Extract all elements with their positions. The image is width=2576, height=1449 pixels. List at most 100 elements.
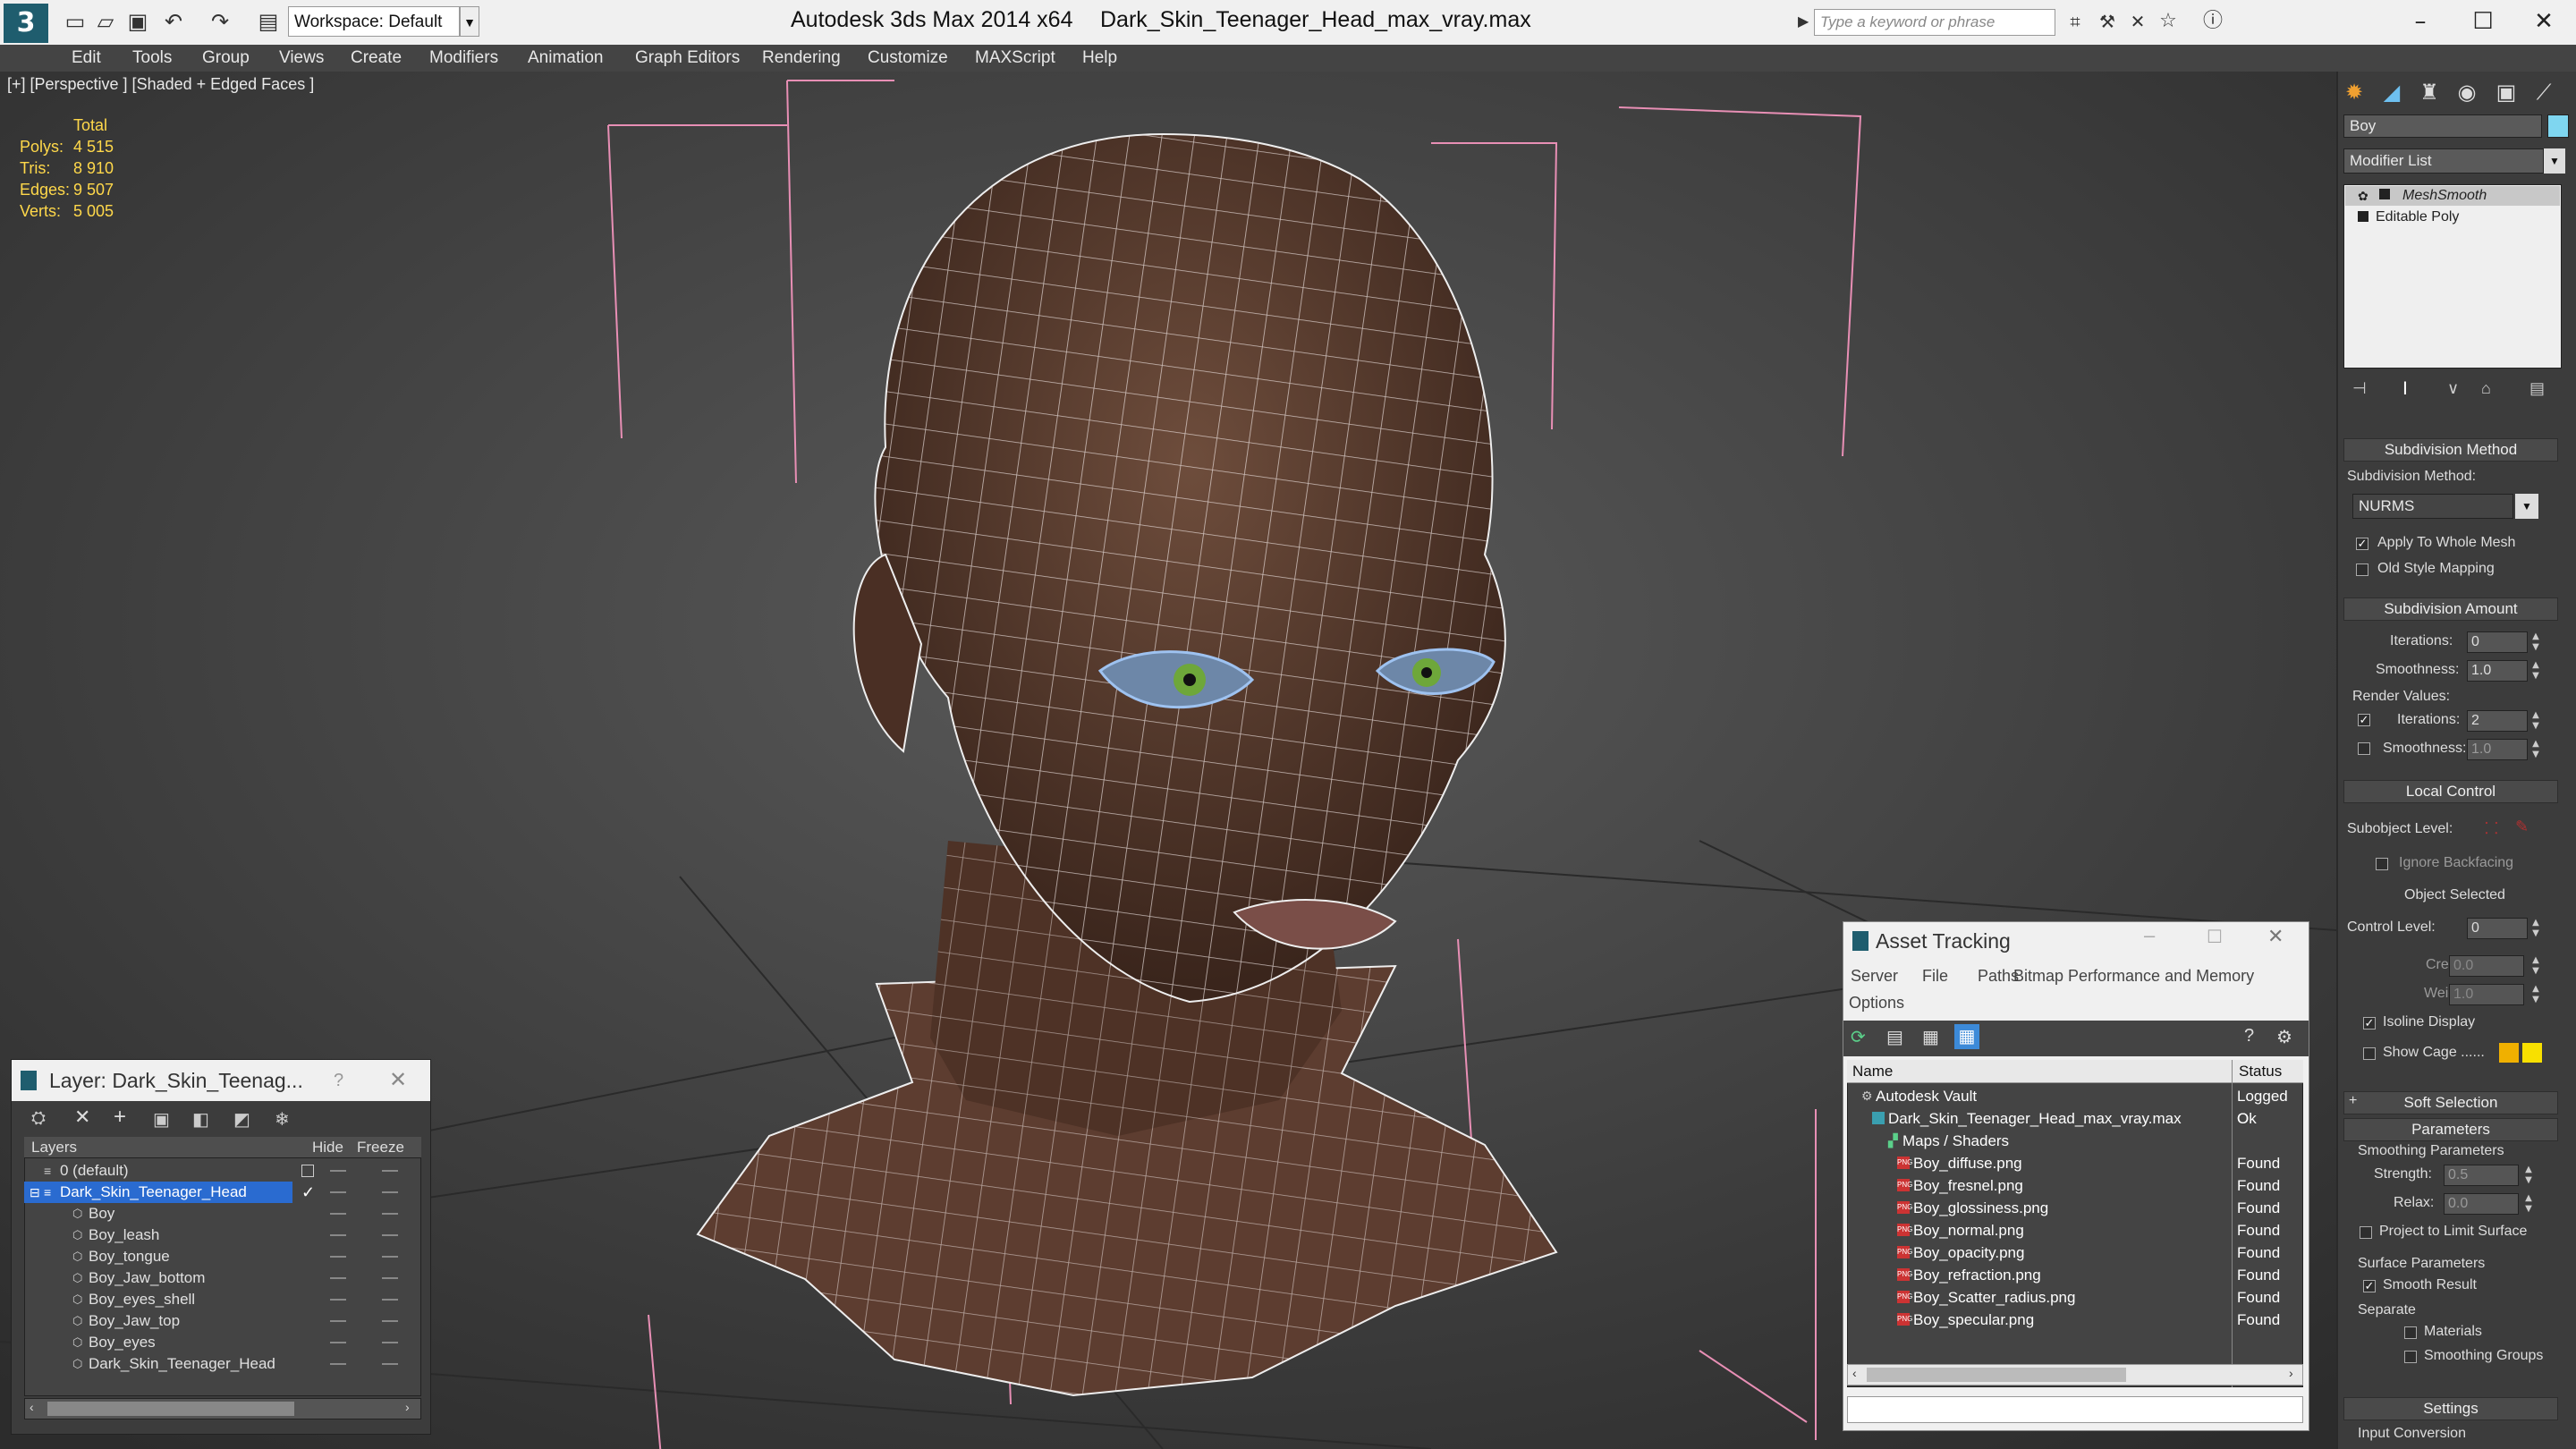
chevron-left-icon[interactable]: ‹ (1852, 1366, 1857, 1380)
help-icon[interactable]: ⓘ (2200, 9, 2225, 34)
expand-icon[interactable] (2358, 211, 2368, 222)
layer-row[interactable]: ⬡ Boy_Jaw_bottom (24, 1267, 421, 1289)
asset-row[interactable]: PNG Boy_Scatter_radius.png Found (1847, 1286, 2301, 1309)
asset-row[interactable]: Dark_Skin_Teenager_Head_max_vray.max Ok (1847, 1107, 2301, 1130)
rollout-subdivision-method[interactable]: Subdivision Method (2343, 438, 2558, 462)
freeze-toggle[interactable] (382, 1213, 398, 1215)
rollout-settings[interactable]: Settings (2343, 1397, 2558, 1420)
crease-spinner[interactable]: 0.0 (2449, 955, 2524, 977)
exchange-icon[interactable]: ✕ (2125, 9, 2150, 34)
freeze-toggle[interactable] (382, 1363, 398, 1365)
delete-layer-icon[interactable]: ✕ (74, 1106, 90, 1129)
spinner-arrows-icon[interactable]: ▲ ▼ (2529, 631, 2542, 653)
help-button[interactable]: ? (334, 1071, 343, 1091)
freeze-toggle[interactable] (382, 1191, 398, 1193)
utilities-tab-icon[interactable]: ⟋ (2529, 79, 2558, 106)
hide-toggle[interactable] (330, 1170, 346, 1172)
asset-row[interactable]: PNG Boy_fresnel.png Found (1847, 1174, 2301, 1197)
chevron-right-icon[interactable]: › (2289, 1366, 2293, 1380)
asset-row[interactable]: PNG Boy_opacity.png Found (1847, 1241, 2301, 1264)
layer-row[interactable]: ⬡ Boy (24, 1203, 421, 1224)
menu-tools[interactable]: Tools (132, 45, 172, 72)
workspace-dropdown[interactable]: Workspace: Default (288, 6, 460, 37)
smoothness-spinner[interactable]: 1.0 (2467, 660, 2528, 682)
freeze-toggle[interactable] (382, 1320, 398, 1322)
menu-graph-editors[interactable]: Graph Editors (635, 45, 740, 72)
strength-spinner[interactable]: 0.5 (2444, 1165, 2519, 1186)
stack-item-editable-poly[interactable]: Editable Poly (2376, 208, 2459, 227)
scrollbar-thumb[interactable] (1867, 1368, 2126, 1382)
asset-row[interactable]: PNG Boy_diffuse.png Found (1847, 1152, 2301, 1174)
undo-icon[interactable]: ↶ (161, 9, 186, 34)
pin-stack-icon[interactable]: ⊣ (2352, 379, 2367, 398)
current-layer-checkbox[interactable] (301, 1165, 314, 1177)
spinner-arrows-icon[interactable]: ▲ ▼ (2522, 1165, 2535, 1186)
render-iterations-spinner[interactable]: 2 (2467, 710, 2528, 732)
hide-toggle[interactable] (330, 1256, 346, 1258)
layer-row[interactable]: ⊟ ≡ Dark_Skin_Teenager_Head ✓ (24, 1182, 421, 1203)
chevron-right-icon[interactable]: › (405, 1400, 410, 1414)
modify-tab-icon[interactable]: ◢ (2377, 79, 2406, 106)
add-to-layer-icon[interactable]: + (114, 1105, 126, 1130)
rollout-local-control[interactable]: Local Control (2343, 780, 2558, 803)
asset-row[interactable]: PNG Boy_specular.png Found (1847, 1309, 2301, 1331)
remove-modifier-icon[interactable]: ⌂ (2481, 379, 2491, 398)
hide-toggle[interactable] (330, 1299, 346, 1301)
chevron-down-icon[interactable]: ▼ (2544, 148, 2565, 174)
close-icon[interactable]: ✕ (2517, 4, 2571, 39)
hide-toggle[interactable] (330, 1234, 346, 1236)
asset-path-field[interactable] (1847, 1396, 2303, 1423)
project-folder-icon[interactable]: ▤ (256, 9, 281, 34)
hide-all-icon[interactable]: ◩ (233, 1108, 250, 1131)
column-header-freeze[interactable]: Freeze (357, 1139, 404, 1157)
layer-row[interactable]: ⬡ Boy_eyes (24, 1332, 421, 1353)
edge-subobject-icon[interactable]: ✎ (2515, 818, 2529, 836)
weight-spinner[interactable]: 1.0 (2449, 984, 2524, 1005)
cage-selected-color-swatch[interactable] (2522, 1043, 2542, 1063)
object-color-swatch[interactable] (2547, 114, 2569, 138)
binoculars-icon[interactable]: ⌗ (2063, 9, 2088, 34)
spinner-arrows-icon[interactable]: ▲ ▼ (2529, 918, 2542, 939)
column-header-layers[interactable]: Layers (31, 1139, 77, 1157)
column-header-status[interactable]: Status (2239, 1063, 2282, 1080)
menu-group[interactable]: Group (202, 45, 250, 72)
render-iterations-checkbox[interactable]: ✓ (2358, 714, 2370, 726)
asset-row[interactable]: PNG Boy_normal.png Found (1847, 1219, 2301, 1241)
expand-icon[interactable] (2379, 189, 2390, 199)
favorites-icon[interactable]: ☆ (2156, 9, 2181, 34)
layer-row[interactable]: ⬡ Boy_tongue (24, 1246, 421, 1267)
menu-server[interactable]: Server (1851, 967, 1898, 986)
hide-toggle[interactable] (330, 1213, 346, 1215)
search-arrow-icon[interactable]: ▶ (1798, 13, 1809, 30)
modifier-list-dropdown[interactable]: Modifier List (2343, 148, 2544, 174)
freeze-toggle[interactable] (382, 1277, 398, 1279)
spinner-arrows-icon[interactable]: ▲ ▼ (2529, 955, 2542, 977)
rollout-parameters[interactable]: Parameters (2343, 1118, 2558, 1141)
configure-sets-icon[interactable]: ▤ (2529, 379, 2545, 398)
communication-icon[interactable]: ⚒ (2095, 9, 2120, 34)
new-file-icon[interactable]: ▭ (63, 9, 88, 34)
search-input[interactable]: Type a keyword or phrase (1814, 9, 2055, 36)
layer-row[interactable]: ⬡ Boy_Jaw_top (24, 1310, 421, 1332)
spinner-arrows-icon[interactable]: ▲ ▼ (2522, 1193, 2535, 1215)
minimize-icon[interactable]: – (2394, 4, 2447, 39)
create-layer-icon[interactable]: ⛭ (31, 1108, 46, 1129)
freeze-all-icon[interactable]: ❄ (275, 1108, 290, 1131)
subdivision-method-dropdown[interactable]: NURMS (2352, 494, 2513, 519)
tree-view-icon[interactable]: ▦ (1922, 1026, 1939, 1048)
materials-checkbox[interactable] (2404, 1326, 2417, 1339)
freeze-toggle[interactable] (382, 1299, 398, 1301)
freeze-toggle[interactable] (382, 1342, 398, 1343)
app-logo-icon[interactable]: 3 (4, 4, 48, 43)
collapse-icon[interactable]: ⊟ (30, 1182, 40, 1203)
hide-toggle[interactable] (330, 1342, 346, 1343)
layer-row[interactable]: ≡ 0 (default) (24, 1160, 421, 1182)
render-smoothness-checkbox[interactable] (2358, 742, 2370, 755)
asset-row[interactable]: ▞ Maps / Shaders (1847, 1130, 2301, 1152)
project-limit-checkbox[interactable] (2360, 1226, 2372, 1239)
chevron-left-icon[interactable]: ‹ (30, 1400, 34, 1414)
hide-toggle[interactable] (330, 1191, 346, 1193)
scrollbar-thumb[interactable] (47, 1402, 294, 1416)
rollout-subdivision-amount[interactable]: Subdivision Amount (2343, 597, 2558, 621)
spinner-arrows-icon[interactable]: ▲ ▼ (2529, 710, 2542, 732)
